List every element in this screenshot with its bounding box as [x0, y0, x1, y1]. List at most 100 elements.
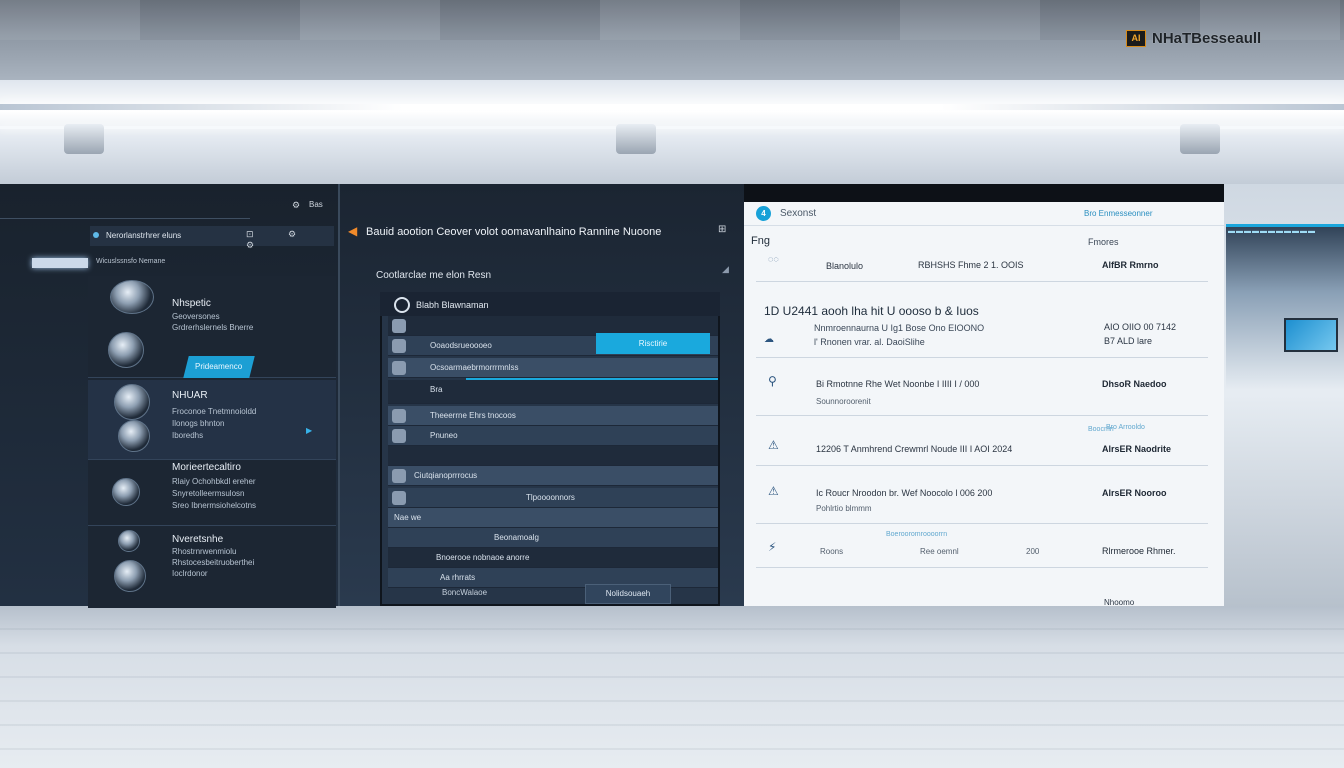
brand-logo-badge: AI [1126, 30, 1146, 47]
status-text: DhsoR Naedoo [1102, 379, 1167, 389]
table-row[interactable]: ⚠ Ic Roucr Nroodon br. Wef Noocolo l 006… [756, 476, 1208, 524]
profile-avatar [108, 332, 144, 368]
light-rail [0, 80, 1344, 184]
record-row-text: Tlpoooonnors [526, 493, 575, 502]
power-icon: ⚡ [768, 540, 777, 554]
profile-desc: Sreo Ibnermsiohelcotns [172, 501, 257, 510]
thumbnail-icon [392, 491, 406, 505]
record-row-text: Pnuneo [430, 431, 458, 440]
right-panel-header: 4 Sexonst Bro Enmesseonner [744, 202, 1224, 226]
table-row[interactable]: ⚲ Bi Rmotnne Rhe Wet Noonbe I IIII I / 0… [756, 366, 1208, 416]
table-row[interactable]: ◌◌ Blanolulo RBHSHS Fhme 2 1. OOIS AlfBR… [756, 252, 1208, 282]
profile-card-selected[interactable]: NHUAR Froconoe Tnetmnoioldd Ilonogs bhnt… [88, 380, 336, 460]
profile-desc: Grdrerhslernels Bnerre [172, 323, 254, 332]
record-row[interactable]: Beonamoalg [388, 528, 718, 548]
table-cell: Ic Roucr Nroodon br. Wef Noocolo l 006 2… [816, 488, 993, 498]
record-row[interactable]: Bra [388, 380, 718, 404]
record-values: B7 ALD lare [1104, 336, 1153, 346]
status-text: AlrsER Naodrite [1102, 444, 1172, 454]
profile-desc: Rlaiy Ochohbkdl ereher [172, 477, 256, 486]
thumbnail-icon [392, 409, 406, 423]
background-monitor [1284, 318, 1338, 352]
record-row[interactable]: Pnuneo [388, 426, 718, 446]
center-panel-title: Bauid aootion Ceover volot oomavanlhaino… [366, 226, 662, 238]
profile-desc: Rhostrnrwenmiolu [172, 547, 237, 556]
hint-text: Bro Arrooldo [1106, 424, 1145, 431]
profile-desc: Snyretolleermsulosn [172, 489, 245, 498]
profile-name: NHUAR [172, 390, 208, 401]
chevron-right-icon[interactable]: ▶ [306, 426, 312, 435]
record-row[interactable]: Nae we [388, 508, 718, 528]
profile-avatar [118, 530, 140, 552]
profile-avatar [118, 420, 150, 452]
table-cell-sub: Sounnoroorenit [816, 397, 871, 406]
record-row-text: Ciutqianoprrrocus [414, 471, 478, 480]
record-title: 1D U2441 aooh lha hit U oooso b & Iuos [764, 304, 979, 318]
profile-desc: Ioclrdonor [172, 569, 208, 578]
cloud-icon: ☁ [764, 334, 774, 345]
grid-icon[interactable]: ⊞ [718, 224, 726, 235]
table-row[interactable]: ⚡ Roons Ree oemnl 200 Rlrmerooe Rhmer. B… [756, 531, 1208, 568]
status-text: AlrsER Nooroo [1102, 488, 1167, 498]
record-row[interactable]: Bnoerooe nobnaoe anorre [388, 548, 718, 568]
header-tool-icons[interactable]: ⊡ ⚙ ⚙ [246, 229, 334, 251]
section-label: Fng [751, 235, 770, 247]
primary-action-button[interactable]: Prideamenco [183, 356, 255, 378]
footer-link[interactable]: BoncWalaoe [442, 588, 487, 597]
divider [756, 356, 1208, 358]
thumbnail-icon [392, 429, 406, 443]
table-cell: Ree oemnl [920, 547, 959, 556]
profile-desc: Geoversones [172, 312, 220, 321]
table-cell: Bi Rmotnne Rhe Wet Noonbe I IIII I / 000 [816, 379, 980, 389]
brand-logo-text: NHaTBesseaull [1152, 30, 1262, 47]
rail-clamp [1180, 124, 1220, 154]
footer-button[interactable]: Nolidsouaeh [585, 584, 671, 604]
profile-avatar [112, 478, 140, 506]
record-subtitle: Nnmroennaurna U Ig1 Bose Ono EIOONO [814, 323, 985, 333]
profile-name: Morieertecaltiro [172, 462, 241, 473]
profile-avatar [110, 280, 154, 314]
table-cell: Roons [820, 547, 844, 556]
record-row-text: Bnoerooe nobnaoe anorre [436, 553, 530, 562]
record-row[interactable]: Ocsoarmaebrmorrrmnlss [388, 358, 718, 378]
center-section-title: Cootlarclae me elon Resn [376, 270, 492, 281]
record-row[interactable] [388, 446, 718, 466]
rail-clamp [616, 124, 656, 154]
settings-icon[interactable]: ⚙ [292, 200, 300, 211]
corner-mark-icon: ◢ [722, 264, 729, 274]
left-panel-sub-label: Wicuslssnsfo Nemane [96, 258, 166, 265]
table-cell: 12206 T Anmhrend Crewmrl Noude III I AOI… [816, 444, 1013, 454]
table-row[interactable]: ⚠ 12206 T Anmhrend Crewmrl Noude III I A… [756, 424, 1208, 466]
profile-card[interactable]: Morieertecaltiro Rlaiy Ochohbkdl ereher … [88, 460, 336, 526]
table-cell: Blanolulo [826, 261, 864, 271]
link-icon: ◌◌ [768, 254, 779, 264]
record-subtitle: l' Rnonen vrar. al. DaoiSlihe [814, 337, 925, 347]
record-row[interactable]: Tlpoooonnors [388, 488, 718, 508]
selected-action-button[interactable]: Risctirie [596, 333, 710, 354]
record-row-text: Ooaodsrueoooeo [430, 341, 492, 350]
left-panel-topbar: ⚙ Bas [0, 200, 340, 212]
divider [0, 218, 250, 219]
highlight-chip [32, 258, 88, 268]
app-logo-icon: 4 [756, 206, 771, 221]
header-link[interactable]: Bro Enmesseonner [1084, 209, 1152, 218]
profile-avatar [114, 560, 146, 592]
record-row[interactable]: Ciutqianoprrrocus [388, 466, 718, 486]
center-panel-titlebar: ◀ Bauid aootion Ceover volot oomavanlhai… [340, 218, 744, 246]
thumbnail-icon [392, 339, 406, 353]
record-row-text: Beonamoalg [494, 533, 539, 542]
left-panel-top-label: Bas [309, 200, 323, 209]
thumbnail-icon [392, 469, 406, 483]
back-arrow-icon[interactable]: ◀ [348, 224, 357, 238]
profile-desc: Ilonogs bhnton [172, 419, 225, 428]
warning-icon: ⚠ [768, 484, 779, 498]
profile-name: Nhspetic [172, 298, 211, 309]
record-row[interactable]: Theeerrne Ehrs tnocoos [388, 406, 718, 426]
column-header: Fmores [1088, 237, 1119, 247]
rail-clamp [64, 124, 104, 154]
profile-card[interactable]: Nveretsnhe Rhostrnrwenmiolu Rhstocesbeit… [88, 526, 336, 606]
floor-reflections [0, 606, 1344, 768]
profile-name: Nveretsnhe [172, 534, 224, 545]
tool-icon: ⚲ [768, 374, 777, 388]
app-logo-icon [394, 297, 410, 313]
